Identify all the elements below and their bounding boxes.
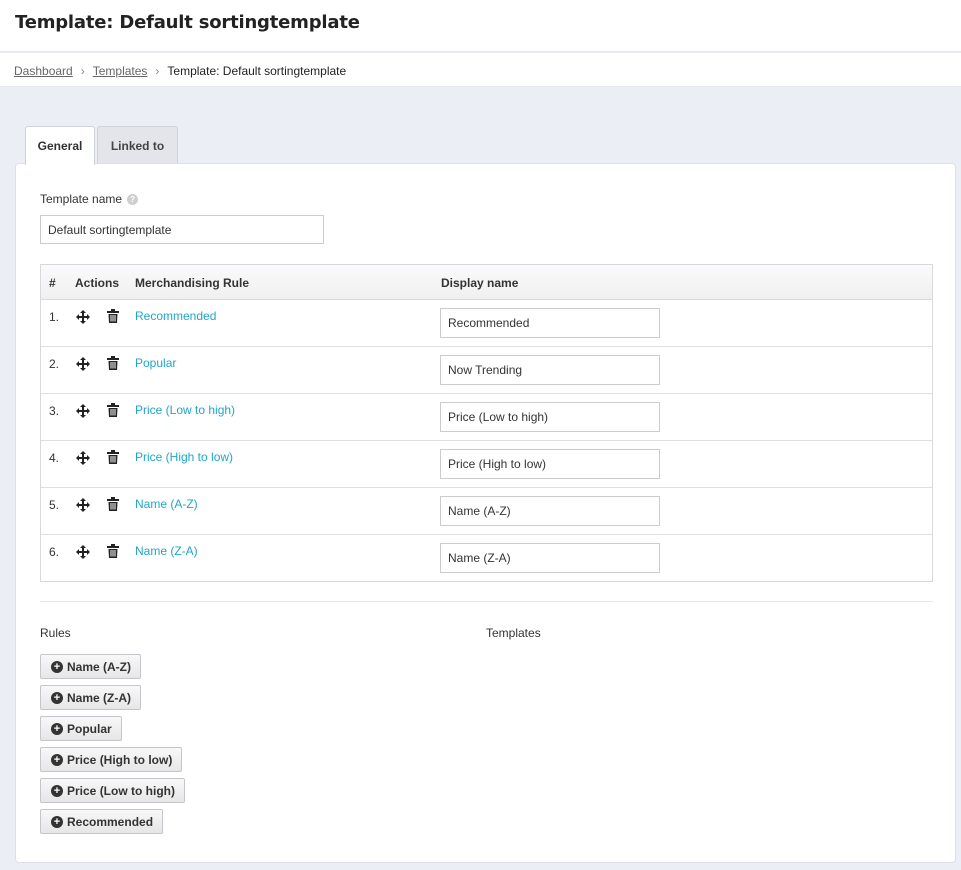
trash-icon[interactable] (107, 309, 119, 323)
add-rule-label: Name (Z-A) (67, 690, 132, 705)
breadcrumb-dashboard-link[interactable]: Dashboard (14, 64, 73, 78)
row-number: 6. (49, 545, 60, 559)
breadcrumb-current: Template: Default sortingtemplate (167, 64, 347, 78)
table-row: 5. Name (A-Z) (41, 488, 932, 535)
top-bar: Template: Default sortingtemplate (0, 0, 961, 52)
plus-circle-icon: + (51, 753, 63, 766)
add-rule-button[interactable]: + Recommended (40, 809, 164, 834)
column-header-actions: Actions (75, 276, 120, 290)
table-row: 1. Recommended (41, 300, 932, 347)
merchandising-rule-link[interactable]: Price (High to low) (135, 450, 233, 464)
move-icon[interactable] (76, 451, 90, 465)
move-icon[interactable] (76, 357, 90, 371)
tab-general[interactable]: General (25, 126, 95, 165)
rules-heading: Rules (40, 626, 71, 640)
table-row: 3. Price (Low to high) (41, 394, 932, 441)
breadcrumb-separator: › (80, 64, 85, 78)
table-row: 6. Name (Z-A) (41, 535, 932, 581)
move-icon[interactable] (76, 498, 90, 512)
display-name-input[interactable] (440, 308, 660, 338)
templates-heading: Templates (486, 626, 541, 640)
breadcrumb: Dashboard › Templates › Template: Default so… (0, 53, 961, 87)
plus-circle-icon: + (51, 815, 63, 828)
merchandising-rule-link[interactable]: Recommended (135, 309, 216, 323)
row-number: 2. (49, 357, 60, 371)
plus-circle-icon: + (51, 784, 63, 797)
section-divider (40, 601, 933, 602)
move-icon[interactable] (76, 404, 90, 418)
add-rule-label: Price (High to low) (67, 752, 173, 767)
row-number: 3. (49, 404, 60, 418)
merchandising-rule-link[interactable]: Popular (135, 356, 176, 370)
breadcrumb-templates-link[interactable]: Templates (93, 64, 148, 78)
table-header: # Actions Merchandising Rule Display nam… (41, 265, 932, 300)
plus-circle-icon: + (51, 660, 63, 673)
move-icon[interactable] (76, 545, 90, 559)
add-rule-button[interactable]: + Popular (40, 716, 122, 741)
tab-linked-to[interactable]: Linked to (97, 126, 178, 164)
add-rule-button[interactable]: + Name (Z-A) (40, 685, 142, 710)
add-rule-button[interactable]: + Price (Low to high) (40, 778, 185, 803)
display-name-input[interactable] (440, 449, 660, 479)
column-header-number: # (49, 276, 56, 290)
column-header-merchandising-rule: Merchandising Rule (135, 276, 250, 290)
table-body: 1. Recommended 2. Popular 3. Price (Low to hi… (41, 300, 932, 581)
row-number: 5. (49, 498, 60, 512)
row-number: 1. (49, 310, 60, 324)
add-rule-label: Name (A-Z) (67, 659, 132, 674)
add-rule-label: Price (Low to high) (67, 783, 175, 798)
merchandising-rule-link[interactable]: Name (Z-A) (135, 544, 198, 558)
display-name-input[interactable] (440, 543, 660, 573)
rules-table: # Actions Merchandising Rule Display nam… (40, 264, 933, 582)
plus-circle-icon: + (51, 722, 63, 735)
add-rule-button[interactable]: + Price (High to low) (40, 747, 183, 772)
merchandising-rule-link[interactable]: Name (A-Z) (135, 497, 198, 511)
help-icon[interactable]: ? (127, 193, 139, 205)
plus-circle-icon: + (51, 691, 63, 704)
add-rule-button[interactable]: + Name (A-Z) (40, 654, 142, 679)
trash-icon[interactable] (107, 544, 119, 558)
general-panel: Template name ? # Actions Merchandising … (15, 163, 956, 863)
column-header-display-name: Display name (441, 276, 519, 290)
add-rule-label: Popular (67, 721, 112, 736)
template-name-input[interactable] (40, 215, 324, 244)
add-rule-label: Recommended (67, 814, 154, 829)
display-name-input[interactable] (440, 355, 660, 385)
trash-icon[interactable] (107, 497, 119, 511)
template-name-label: Template name ? (40, 192, 139, 206)
trash-icon[interactable] (107, 356, 119, 370)
merchandising-rule-link[interactable]: Price (Low to high) (135, 403, 235, 417)
trash-icon[interactable] (107, 450, 119, 464)
display-name-input[interactable] (440, 496, 660, 526)
move-icon[interactable] (76, 310, 90, 324)
trash-icon[interactable] (107, 403, 119, 417)
template-name-label-text: Template name (40, 192, 123, 206)
row-number: 4. (49, 451, 60, 465)
table-row: 4. Price (High to low) (41, 441, 932, 488)
breadcrumb-separator: › (155, 64, 160, 78)
display-name-input[interactable] (440, 402, 660, 432)
page-title: Template: Default sortingtemplate (15, 12, 360, 33)
table-row: 2. Popular (41, 347, 932, 394)
